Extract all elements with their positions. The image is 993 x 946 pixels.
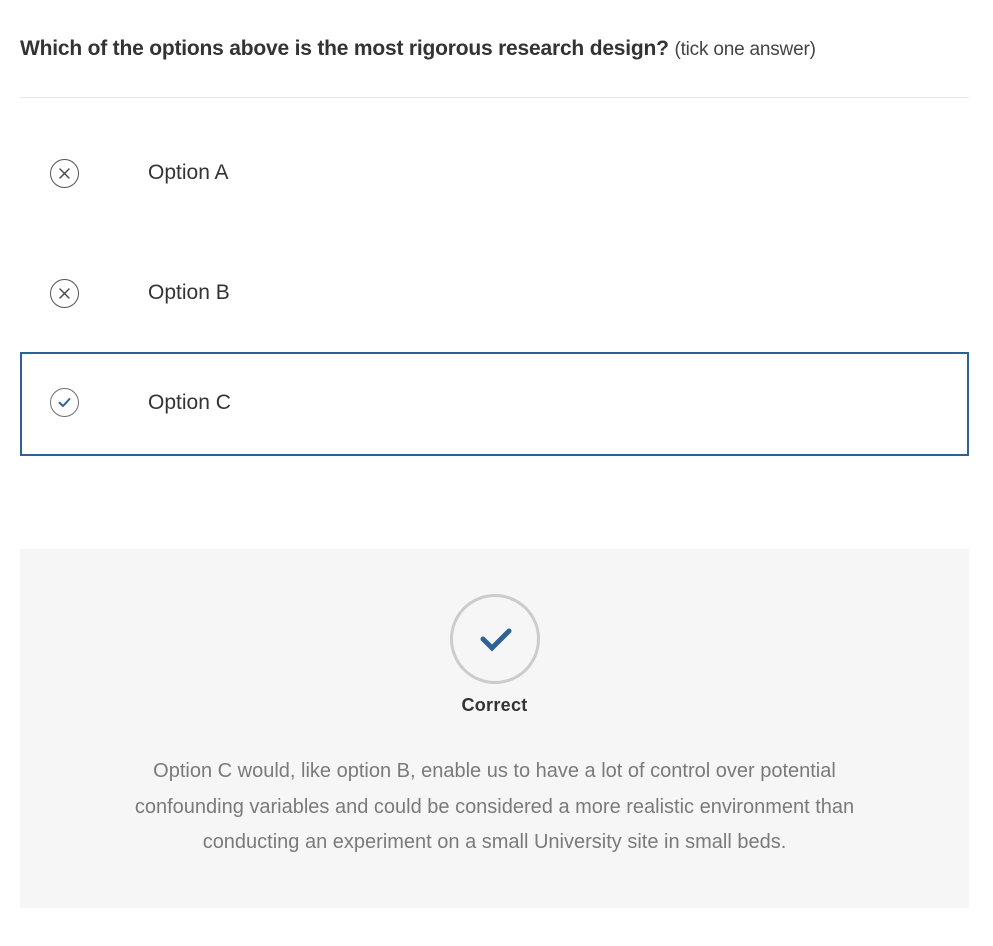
option-label: Option A bbox=[148, 161, 229, 184]
answer-options: Option A Option B Option C bbox=[20, 112, 969, 472]
feedback-panel: Correct Option C would, like option B, e… bbox=[20, 549, 969, 908]
cross-icon bbox=[50, 279, 79, 308]
cross-icon bbox=[50, 159, 79, 188]
option-label: Option C bbox=[148, 391, 231, 414]
option-c[interactable]: Option C bbox=[20, 352, 969, 456]
feedback-text: Option C would, like option B, enable us… bbox=[134, 760, 855, 853]
check-icon bbox=[450, 594, 540, 684]
check-icon bbox=[50, 388, 79, 417]
option-a[interactable]: Option A bbox=[20, 112, 969, 216]
feedback-title: Correct bbox=[461, 695, 528, 715]
question-divider bbox=[20, 97, 969, 98]
question-text: Which of the options above is the most r… bbox=[20, 37, 669, 60]
option-b[interactable]: Option B bbox=[20, 232, 969, 336]
option-label: Option B bbox=[148, 281, 230, 304]
question-prompt: Which of the options above is the most r… bbox=[20, 34, 969, 65]
question-hint: (tick one answer) bbox=[674, 39, 816, 60]
